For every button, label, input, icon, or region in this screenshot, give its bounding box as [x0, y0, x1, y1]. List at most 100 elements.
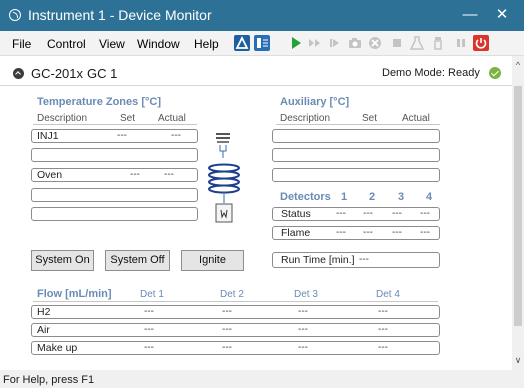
flow-col-det2: Det 2: [220, 289, 244, 300]
close-button[interactable]: ✕: [489, 4, 515, 26]
flask-icon[interactable]: [409, 35, 425, 51]
flow-col-det1: Det 1: [140, 289, 164, 300]
flow-col-det3: Det 3: [294, 289, 318, 300]
step-icon[interactable]: [327, 35, 343, 51]
detector-flame-1: ---: [336, 227, 346, 238]
stop-icon[interactable]: [389, 35, 405, 51]
ignite-button[interactable]: Ignite: [181, 250, 244, 271]
detector-status-1: ---: [336, 208, 346, 219]
app-icon: [9, 9, 21, 21]
flow-makeup-det2: ---: [222, 342, 232, 353]
detector-flame-4: ---: [420, 227, 430, 238]
flow-makeup-label: Make up: [37, 342, 78, 354]
flow-h2-det1: ---: [144, 306, 154, 317]
scrollbar-thumb[interactable]: [514, 86, 522, 326]
flow-air-label: Air: [37, 324, 50, 336]
detector-col-1: 1: [341, 191, 348, 203]
status-bar: For Help, press F1: [0, 370, 524, 388]
system-off-button[interactable]: System Off: [105, 250, 170, 271]
flow-air-det4: ---: [378, 324, 388, 335]
aux-col-actual: Actual: [402, 113, 430, 124]
aux-col-set: Set: [362, 113, 378, 124]
temp-row-2[interactable]: [31, 148, 198, 162]
scroll-up-icon[interactable]: ^: [512, 60, 524, 74]
column-coil-icon: [206, 163, 242, 206]
temp-row-1-set: ---: [117, 130, 127, 141]
run-time-label: Run Time [min.]: [281, 254, 355, 266]
sequence-icon[interactable]: [254, 35, 270, 51]
vial-icon[interactable]: [430, 35, 446, 51]
detector-icon: [214, 202, 234, 227]
temperature-zones-title: Temperature Zones [°C]: [37, 96, 161, 108]
window-title: Instrument 1 - Device Monitor: [28, 7, 212, 23]
detector-col-4: 4: [426, 191, 433, 203]
detector-flame-3: ---: [392, 227, 402, 238]
status-text: Demo Mode: Ready: [382, 67, 480, 79]
flow-air-det3: ---: [298, 324, 308, 335]
power-icon[interactable]: [473, 35, 489, 51]
detector-flame-label: Flame: [281, 227, 311, 239]
temp-row-3-description: Oven: [37, 169, 63, 181]
device-model: GC-201x: [31, 66, 84, 81]
abort-icon[interactable]: [367, 35, 383, 51]
flow-makeup-det4: ---: [378, 342, 388, 353]
system-on-button[interactable]: System On: [31, 250, 94, 271]
temp-row-3-set: ---: [130, 169, 140, 180]
menu-window[interactable]: Window: [137, 37, 180, 51]
injector-icon: [214, 132, 232, 161]
flow-makeup-det1: ---: [144, 342, 154, 353]
status-bar-text: For Help, press F1: [3, 374, 95, 386]
temp-col-description: Description: [37, 113, 88, 124]
temp-col-actual: Actual: [158, 113, 186, 124]
detectors-title: Detectors: [280, 191, 331, 203]
flow-air-det1: ---: [144, 324, 154, 335]
detector-status-label: Status: [281, 208, 311, 220]
scroll-down-icon[interactable]: ∨: [512, 355, 524, 369]
aux-col-description: Description: [280, 113, 331, 124]
flow-title: Flow [mL/min]: [37, 288, 112, 300]
aux-header-divider: [276, 124, 440, 125]
menu-help[interactable]: Help: [194, 37, 219, 51]
menu-control[interactable]: Control: [47, 37, 86, 51]
temp-row-1-actual: ---: [171, 130, 181, 141]
device-name: GC-201x GC 1: [31, 66, 117, 81]
collapse-icon[interactable]: [13, 68, 24, 79]
menu-bar: File Control View Window Help: [0, 31, 524, 56]
detector-col-2: 2: [369, 191, 376, 203]
aux-row-2[interactable]: [272, 148, 440, 162]
detector-status-2: ---: [363, 208, 373, 219]
menu-view[interactable]: View: [99, 37, 125, 51]
temp-row-1-description: INJ1: [37, 130, 59, 142]
detector-status-4: ---: [420, 208, 430, 219]
flow-col-det4: Det 4: [376, 289, 400, 300]
menu-file[interactable]: File: [12, 37, 31, 51]
temp-col-set: Set: [120, 113, 136, 124]
skip-icon[interactable]: [307, 35, 323, 51]
flow-header-divider: [33, 301, 438, 302]
detector-col-3: 3: [398, 191, 405, 203]
run-icon[interactable]: [288, 35, 304, 51]
flow-h2-det4: ---: [378, 306, 388, 317]
flow-h2-det2: ---: [222, 306, 232, 317]
temp-row-4[interactable]: [31, 188, 198, 202]
temp-row-5[interactable]: [31, 207, 198, 221]
auxiliary-title: Auxiliary [°C]: [280, 96, 350, 108]
detector-flame-2: ---: [363, 227, 373, 238]
detector-status-3: ---: [392, 208, 402, 219]
aux-row-1[interactable]: [272, 129, 440, 143]
camera-icon[interactable]: [347, 35, 363, 51]
flow-makeup-det3: ---: [298, 342, 308, 353]
flow-h2-det3: ---: [298, 306, 308, 317]
pause-icon[interactable]: [453, 35, 469, 51]
run-time-value: ---: [359, 254, 369, 265]
flow-air-det2: ---: [222, 324, 232, 335]
title-bar: Instrument 1 - Device Monitor — ✕: [0, 0, 524, 31]
ready-check-icon: [489, 67, 501, 79]
aux-row-3[interactable]: [272, 168, 440, 182]
method-icon[interactable]: [234, 35, 250, 51]
temp-row-3-actual: ---: [164, 169, 174, 180]
device-id: GC 1: [87, 66, 118, 81]
minimize-button[interactable]: —: [457, 4, 483, 26]
temp-header-divider: [33, 124, 197, 125]
flow-h2-label: H2: [37, 306, 51, 318]
